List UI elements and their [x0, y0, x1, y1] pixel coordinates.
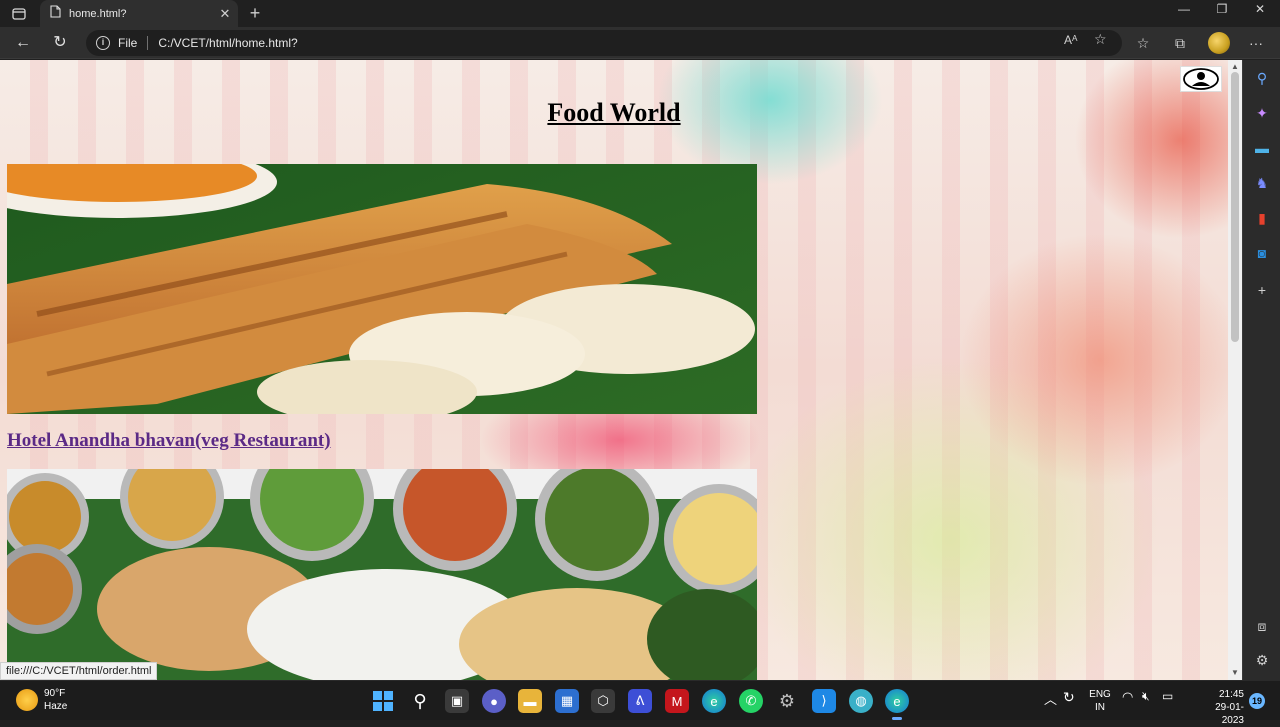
- network-app-icon[interactable]: ◍: [849, 689, 873, 713]
- address-url[interactable]: C:/VCET/html/home.html?: [158, 36, 297, 50]
- minimize-icon[interactable]: —: [1166, 2, 1202, 16]
- page-icon: [50, 4, 61, 23]
- lang-top: ENG: [1089, 689, 1111, 700]
- user-avatar-icon[interactable]: [1180, 66, 1222, 92]
- favorite-add-icon[interactable]: ☆: [1094, 31, 1107, 48]
- read-aloud-icon[interactable]: Aᴬ: [1064, 33, 1077, 47]
- scroll-down-icon[interactable]: ▼: [1230, 668, 1240, 677]
- address-bar[interactable]: i File C:/VCET/html/home.html?: [86, 30, 1122, 56]
- restaurant-link[interactable]: Hotel Anandha bhavan(veg Restaurant): [7, 430, 331, 452]
- games-icon[interactable]: ♞: [1252, 173, 1272, 193]
- info-icon[interactable]: i: [96, 36, 110, 50]
- collections-icon[interactable]: ⧉: [1170, 33, 1190, 53]
- tab-actions-icon[interactable]: [8, 4, 30, 24]
- store-icon[interactable]: ▦: [555, 689, 579, 713]
- task-view-icon[interactable]: ▣: [445, 689, 469, 713]
- notification-badge[interactable]: 19: [1249, 693, 1265, 709]
- address-separator: [147, 36, 149, 50]
- page-title: Food World: [547, 98, 681, 127]
- tab-title: home.html?: [69, 7, 127, 20]
- weather-desc: Haze: [44, 701, 68, 712]
- settings-taskbar-icon[interactable]: ⚙: [775, 689, 799, 713]
- scroll-up-icon[interactable]: ▲: [1230, 62, 1240, 71]
- active-tab[interactable]: home.html? ✕: [40, 0, 238, 27]
- profile-icon[interactable]: [1208, 32, 1230, 54]
- volume-muted-icon[interactable]: 🔇︎: [1142, 689, 1150, 704]
- weather-icon: [16, 689, 38, 711]
- window-close-icon[interactable]: ✕: [1242, 2, 1278, 16]
- more-icon[interactable]: ···: [1246, 33, 1266, 53]
- dosa-idli-image[interactable]: [7, 164, 757, 414]
- wifi-icon[interactable]: ◠: [1122, 689, 1133, 705]
- meals-thali-image[interactable]: [7, 469, 757, 680]
- start-icon[interactable]: [371, 689, 395, 713]
- edge-active-icon[interactable]: e: [885, 689, 909, 713]
- battery-icon[interactable]: ▭: [1162, 689, 1173, 703]
- refresh-icon[interactable]: ↻: [49, 33, 71, 53]
- chat-icon[interactable]: ●: [482, 689, 506, 713]
- scroll-thumb[interactable]: [1231, 72, 1239, 342]
- tray-overflow-icon[interactable]: ︿: [1044, 689, 1057, 708]
- tab-strip: home.html? ✕ + — ❐ ✕: [0, 0, 1280, 27]
- sync-icon[interactable]: ↻: [1063, 689, 1075, 706]
- close-tab-icon[interactable]: ✕: [216, 6, 234, 22]
- new-tab-plus-icon[interactable]: +: [244, 3, 266, 24]
- search-icon[interactable]: ⚲: [1252, 68, 1272, 88]
- app-icon[interactable]: ⬡: [591, 689, 615, 713]
- maximize-icon[interactable]: ❐: [1204, 2, 1240, 16]
- tools-icon[interactable]: ▬: [1252, 138, 1272, 158]
- weather-temp: 90°F: [44, 688, 66, 699]
- clock[interactable]: 21:45 29-01-2023: [1198, 688, 1244, 727]
- language-indicator[interactable]: ENG IN: [1088, 688, 1112, 714]
- edge-icon[interactable]: e: [702, 689, 726, 713]
- lang-bottom: IN: [1095, 702, 1105, 713]
- favorites-icon[interactable]: ☆: [1133, 33, 1153, 53]
- office-icon[interactable]: ▮: [1252, 208, 1272, 228]
- copilot-icon[interactable]: ✦: [1252, 103, 1272, 123]
- search-taskbar-icon[interactable]: ⚲: [408, 689, 432, 713]
- page-viewport: Food World Hotel Anandha bhavan(veg Rest…: [0, 60, 1228, 680]
- add-icon[interactable]: +: [1252, 280, 1272, 300]
- back-icon[interactable]: ←: [12, 33, 34, 53]
- address-scheme: File: [118, 36, 138, 50]
- page-scrollbar[interactable]: ▲ ▼: [1228, 60, 1242, 680]
- split-screen-icon[interactable]: ⧈: [1252, 616, 1272, 636]
- taskbar: 90°F Haze ⚲ ▣ ● ▬ ▦ ⬡ ᕕ M e ✆ ⚙ ⟩ ◍ e ︿ …: [0, 680, 1280, 726]
- edge-sidebar: ⚲ ✦ ▬ ♞ ▮ ◙ + ⧈ ⚙: [1242, 60, 1280, 680]
- weather-widget[interactable]: 90°F Haze: [16, 687, 67, 713]
- outlook-icon[interactable]: ◙: [1252, 243, 1272, 263]
- settings-icon[interactable]: ⚙: [1252, 650, 1272, 670]
- toolbar: ← ↻ i File C:/VCET/html/home.html? Aᴬ ☆ …: [0, 27, 1280, 59]
- whatsapp-icon[interactable]: ✆: [739, 689, 763, 713]
- mcafee-icon[interactable]: M: [665, 689, 689, 713]
- time: 21:45: [1218, 689, 1244, 700]
- status-bar-url: file:///C:/VCET/html/order.html: [0, 662, 158, 680]
- editor-icon[interactable]: ᕕ: [628, 689, 652, 713]
- file-explorer-icon[interactable]: ▬: [518, 689, 542, 713]
- vscode-icon[interactable]: ⟩: [812, 689, 836, 713]
- date: 29-01-2023: [1215, 702, 1244, 726]
